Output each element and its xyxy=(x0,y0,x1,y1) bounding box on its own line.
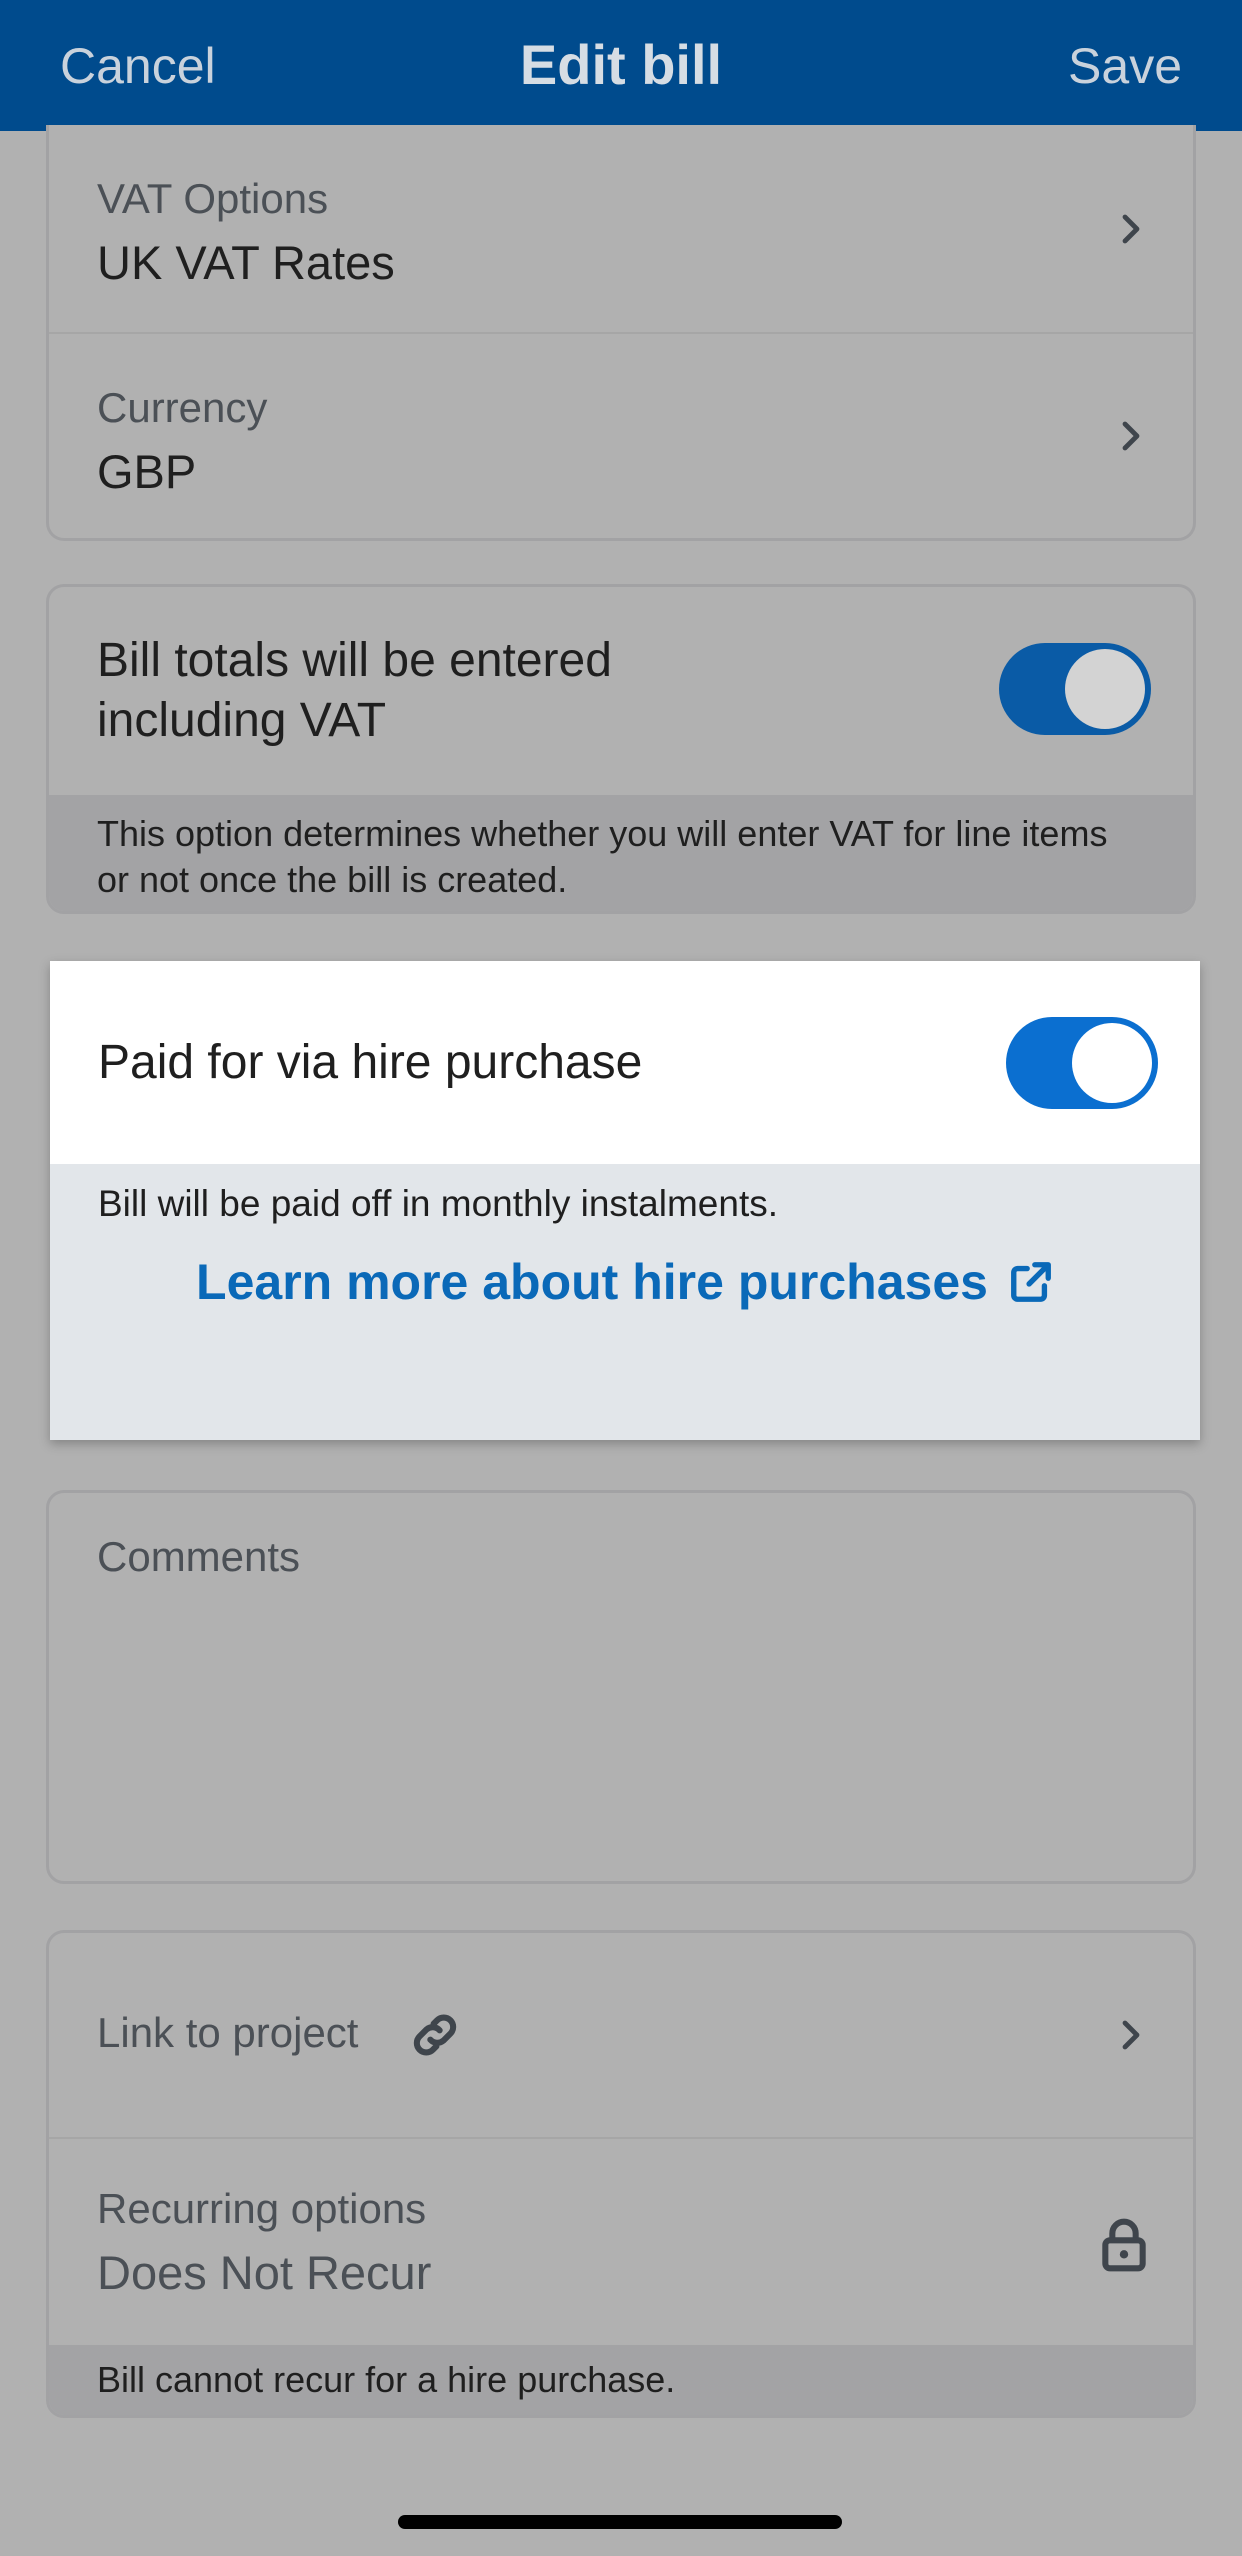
totals-vat-text: Bill totals will be entered including VA… xyxy=(97,634,612,747)
chevron-right-icon xyxy=(1113,418,1149,454)
home-indicator[interactable] xyxy=(398,2515,842,2529)
totals-vat-card: Bill totals will be entered including VA… xyxy=(46,584,1196,914)
hire-purchase-text: Paid for via hire purchase xyxy=(98,1036,643,1089)
toggle-knob xyxy=(1065,649,1145,729)
recurring-value: Does Not Recur xyxy=(97,2246,432,2299)
project-recurring-card: Link to project Recurring options Does N… xyxy=(46,1930,1196,2418)
hire-purchase-card: Paid for via hire purchase Bill will be … xyxy=(50,961,1200,1440)
currency-value: GBP xyxy=(97,445,197,498)
toggle-knob xyxy=(1072,1023,1152,1103)
hire-purchase-toggle[interactable] xyxy=(1006,1017,1158,1109)
recurring-label: Recurring options xyxy=(97,2185,427,2232)
chevron-right-icon xyxy=(1113,211,1149,247)
recurring-note: Bill cannot recur for a hire purchase. xyxy=(49,2345,1193,2415)
hire-purchase-row: Paid for via hire purchase xyxy=(50,961,1200,1164)
lock-icon xyxy=(1099,2217,1149,2273)
currency-row[interactable]: Currency GBP xyxy=(49,332,1193,538)
totals-vat-toggle[interactable] xyxy=(999,643,1151,735)
learn-more-link[interactable]: Learn more about hire purchases xyxy=(50,1253,1200,1311)
link-project-row[interactable]: Link to project xyxy=(49,1933,1193,2137)
vat-options-row[interactable]: VAT Options UK VAT Rates xyxy=(49,125,1193,332)
currency-label: Currency xyxy=(97,384,268,431)
totals-vat-row: Bill totals will be entered including VA… xyxy=(49,587,1193,795)
vat-options-label: VAT Options xyxy=(97,175,329,222)
chevron-right-icon xyxy=(1113,2017,1149,2053)
link-icon xyxy=(407,2007,463,2063)
comments-field[interactable]: Comments xyxy=(46,1490,1196,1884)
learn-more-label: Learn more about hire purchases xyxy=(196,1254,988,1310)
vat-options-value: UK VAT Rates xyxy=(97,236,395,289)
cancel-button[interactable]: Cancel xyxy=(60,37,216,95)
vat-currency-card: VAT Options UK VAT Rates Currency GBP xyxy=(46,125,1196,541)
comments-placeholder: Comments xyxy=(97,1533,301,1580)
totals-vat-note: This option determines whether you will … xyxy=(49,795,1193,911)
hire-purchase-note: Bill will be paid off in monthly instalm… xyxy=(98,1183,779,1224)
external-link-icon xyxy=(1011,1262,1051,1302)
link-project-label: Link to project xyxy=(97,2009,359,2056)
save-button[interactable]: Save xyxy=(1068,37,1182,95)
nav-bar: Cancel Save Edit bill xyxy=(0,0,1242,131)
recurring-row: Recurring options Does Not Recur xyxy=(49,2137,1193,2343)
